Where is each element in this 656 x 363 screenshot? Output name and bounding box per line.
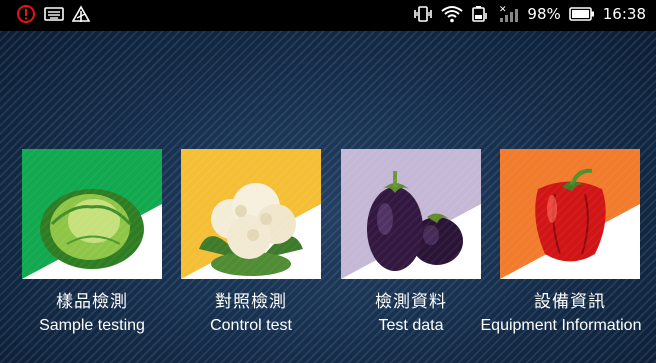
keyboard-icon [44,6,64,22]
cauliflower-image [181,149,321,279]
control-test-tile[interactable] [181,149,321,279]
signal-off-icon: ✕ [497,4,519,24]
status-left-icons [16,4,90,24]
status-bar: ✕ 98% 16:38 [0,0,656,31]
clock: 16:38 [602,5,646,23]
equipment-information-label-en: Equipment Information [480,317,642,334]
status-right-icons: ✕ 98% 16:38 [413,4,646,24]
cell-no-signal-icon [72,5,90,23]
control-test-label-zh: 對照檢測 [215,292,287,312]
cabbage-image [22,149,162,279]
home-screen: 樣品檢測 Sample testing 對照檢測 Control test 檢測… [0,31,656,363]
equipment-information-tile[interactable] [500,149,640,279]
eggplant-image [341,149,481,279]
equipment-information-label-zh: 設備資訊 [534,292,606,312]
red-pepper-image [500,149,640,279]
alert-circle-icon [16,4,36,24]
sample-testing-tile[interactable] [22,149,162,279]
sample-testing-label-zh: 樣品檢測 [56,292,128,312]
wifi-icon [441,5,464,23]
test-data-tile[interactable] [341,149,481,279]
svg-text:✕: ✕ [499,5,507,15]
test-data-label-zh: 檢測資料 [375,292,447,312]
battery-icon [568,7,595,21]
battery-saver-icon [471,5,489,23]
vibrate-icon [413,5,433,23]
battery-percent: 98% [527,5,561,23]
